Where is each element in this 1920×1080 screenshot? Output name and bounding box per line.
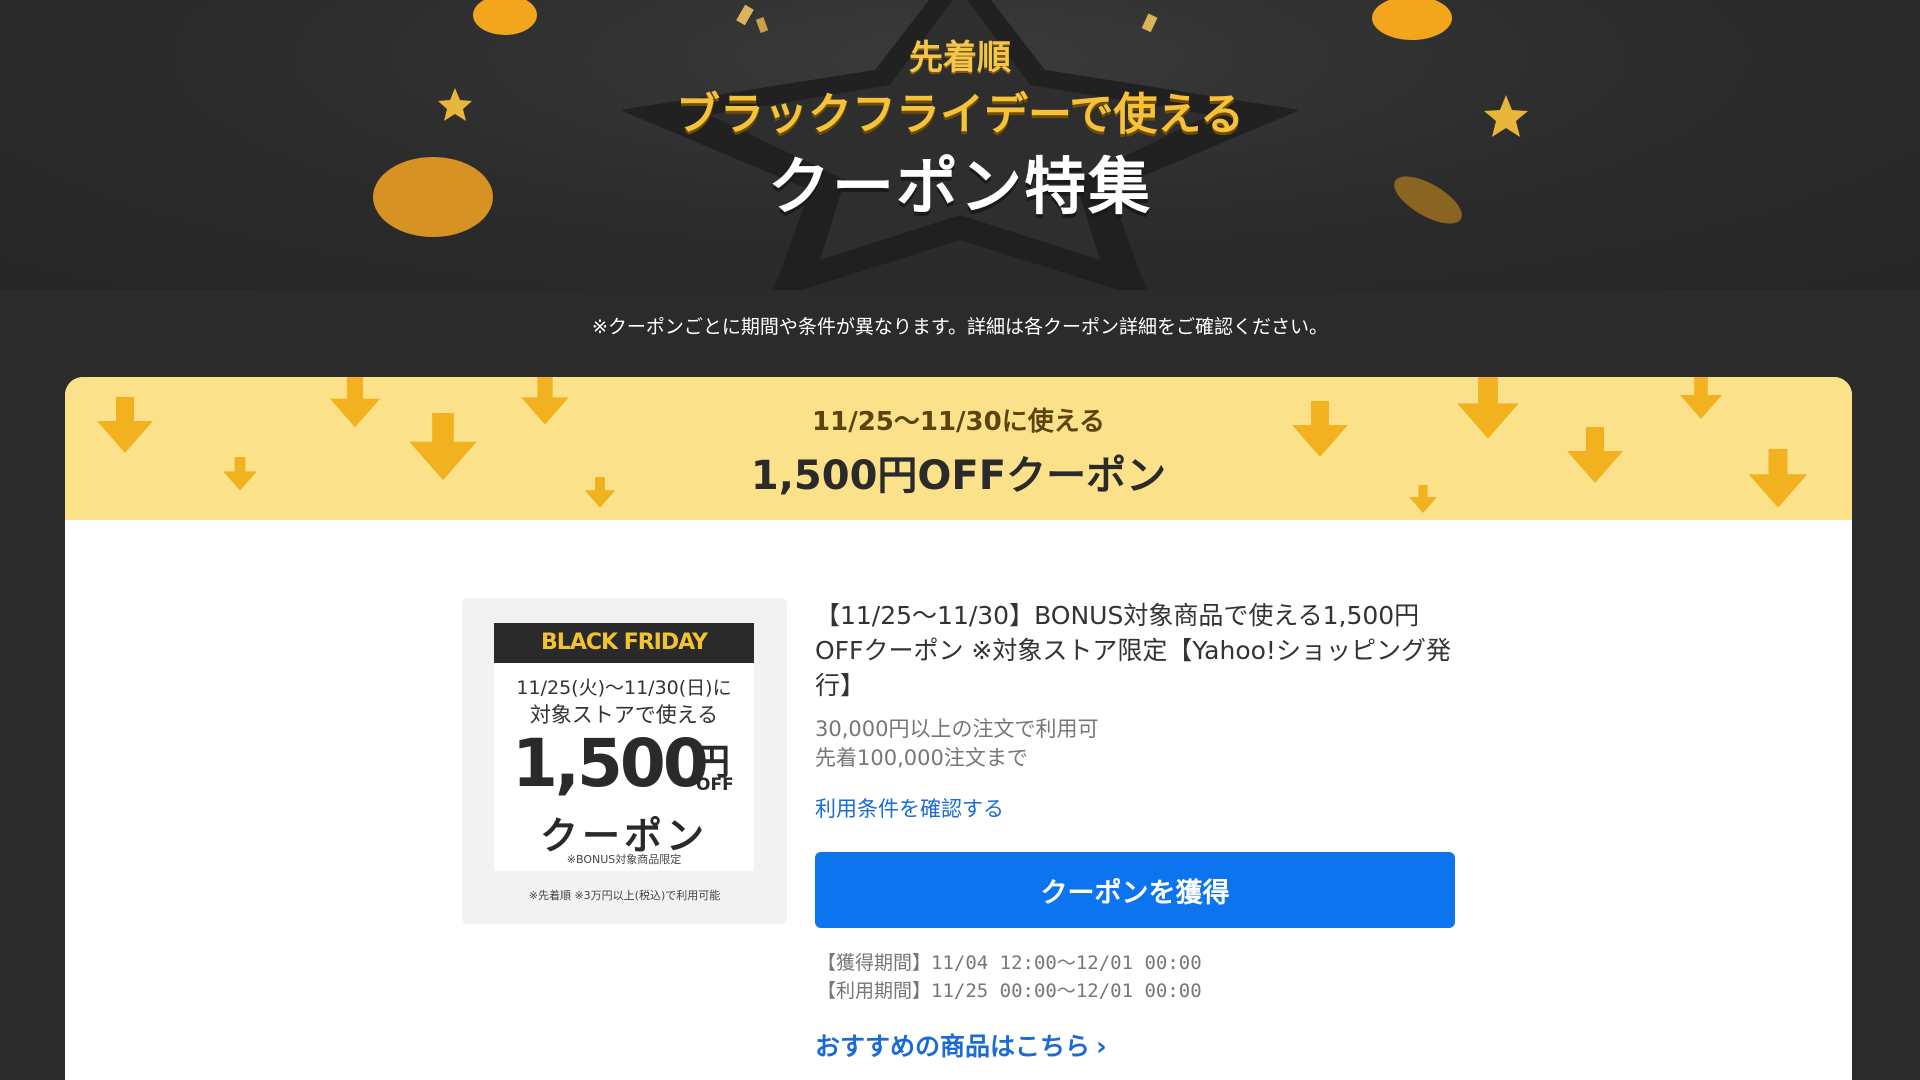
coupon-image-card: BLACK FRIDAY 11/25(火)〜11/30(日)に 対象ストアで使え…: [494, 623, 754, 871]
hero-banner: 先着順 ブラックフライデーで使える クーポン特集: [0, 0, 1920, 290]
confetti-icon: [736, 4, 754, 26]
coupon-image-off: OFF: [696, 775, 734, 795]
black-friday-badge: BLACK FRIDAY: [494, 623, 754, 663]
coupon-image-footnote: ※先着順 ※3万円以上(税込)で利用可能: [528, 889, 721, 902]
coupon-conditions: 30,000円以上の注文で利用可 先着100,000注文まで: [815, 715, 1465, 773]
condition-limit: 先着100,000注文まで: [815, 746, 1028, 770]
coupon-title: 【11/25〜11/30】BONUS対象商品で使える1,500円OFFクーポン …: [815, 601, 1451, 700]
section-pre-title: 11/25〜11/30に使える: [812, 407, 1105, 437]
coupon-image-note: ※BONUS対象商品限定: [566, 853, 682, 866]
terms-link[interactable]: 利用条件を確認する: [815, 793, 1004, 823]
notice-text: ※クーポンごとに期間や条件が異なります。詳細は各クーポン詳細をご確認ください。: [591, 316, 1329, 338]
coupon-info: 【11/25〜11/30】BONUS対象商品で使える1,500円OFFクーポン …: [815, 598, 1465, 823]
use-period: 【利用期間】11/25 00:00〜12/01 00:00: [817, 980, 1202, 1002]
coupon-image-amount: 1,500: [512, 725, 709, 802]
coupon-periods: 【獲得期間】11/04 12:00〜12/01 00:00 【利用期間】11/2…: [817, 949, 1202, 1005]
page: 先着順 ブラックフライデーで使える クーポン特集 ※クーポンごとに期間や条件が異…: [0, 0, 1920, 1080]
chevron-right-icon: ›: [1096, 1032, 1107, 1062]
hero-subtitle: ブラックフライデーで使える: [675, 89, 1245, 140]
hero-pre-title: 先着順: [909, 38, 1011, 78]
section-banner: 11/25〜11/30に使える 1,500円OFFクーポン: [65, 377, 1852, 520]
recommend-link[interactable]: おすすめの商品はこちら ›: [815, 1027, 1107, 1063]
hero-title: クーポン特集: [767, 150, 1152, 223]
coupon-section-card: 11/25〜11/30に使える 1,500円OFFクーポン BLACK FRID…: [65, 377, 1852, 1080]
recommend-link-label: おすすめの商品はこちら: [815, 1032, 1091, 1061]
acquire-period: 【獲得期間】11/04 12:00〜12/01 00:00: [817, 952, 1202, 974]
coupon-image[interactable]: BLACK FRIDAY 11/25(火)〜11/30(日)に 対象ストアで使え…: [462, 598, 787, 924]
coupon-image-dates: 11/25(火)〜11/30(日)に: [516, 677, 732, 699]
section-title: 1,500円OFFクーポン: [750, 453, 1167, 499]
condition-min-order: 30,000円以上の注文で利用可: [815, 717, 1099, 741]
get-coupon-button[interactable]: クーポンを獲得: [815, 852, 1455, 928]
